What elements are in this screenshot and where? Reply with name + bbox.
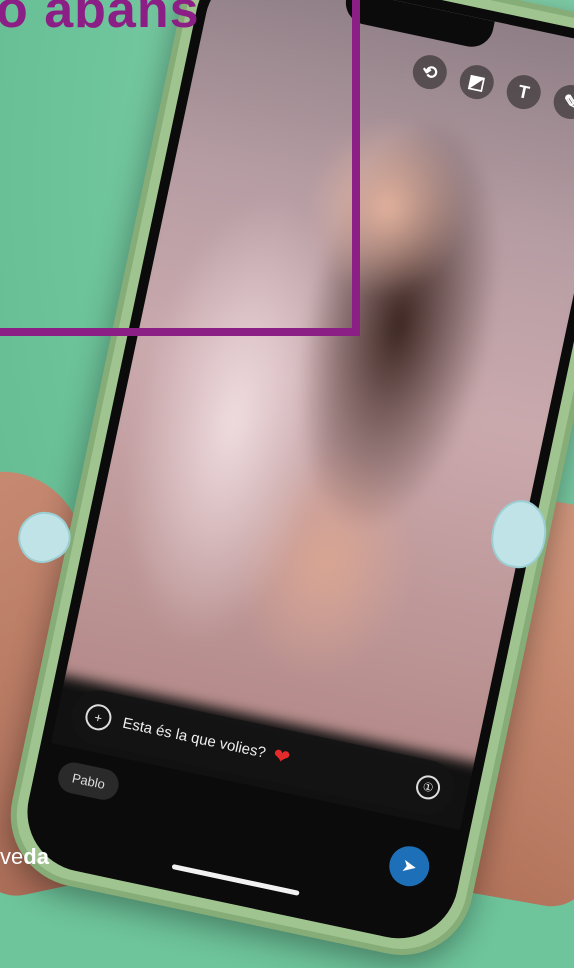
headline: o abans	[0, 0, 200, 39]
crop-rotate-icon[interactable]: ⟲	[409, 51, 450, 93]
text-icon[interactable]: T	[503, 71, 544, 113]
caption-text: Esta és la que volies?	[121, 714, 268, 762]
recipient-chip[interactable]: Pablo	[55, 759, 122, 803]
add-media-icon[interactable]: +	[83, 701, 114, 733]
logo-prefix: ve	[0, 844, 24, 869]
heart-emoji: ❤	[271, 744, 293, 770]
brand-logo: veda	[0, 844, 49, 870]
sticker-icon[interactable]: ◩	[456, 61, 497, 103]
view-once-icon[interactable]: ①	[413, 773, 443, 802]
logo-suffix: da	[23, 844, 49, 869]
send-button[interactable]: ➤	[385, 842, 433, 890]
